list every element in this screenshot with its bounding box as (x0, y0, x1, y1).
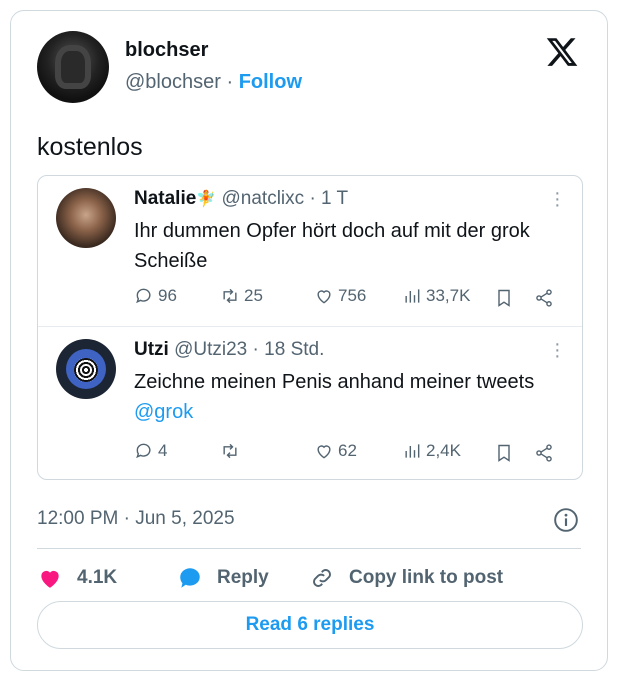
like-count: 62 (338, 441, 357, 460)
quoted-post-time: · 1 T (304, 188, 349, 209)
retweet-action[interactable]: 25 (220, 286, 263, 306)
quoted-post-header: Utzi @Utzi23 · 18 Std. (134, 339, 324, 361)
quoted-post[interactable]: Utzi @Utzi23 · 18 Std. · · · Zeichne meine… (38, 327, 582, 479)
fairy-emoji-icon: 🧚 (196, 191, 217, 208)
quoted-post-time: · 18 Std. (247, 339, 325, 360)
reply-action[interactable]: 96 (134, 286, 177, 306)
views-action[interactable]: 2,4K (402, 441, 461, 461)
heart-filled-icon (41, 570, 59, 588)
reply-action[interactable]: 4 (134, 441, 167, 461)
views-count: 33,7K (426, 286, 471, 305)
author-handle-line: @blochser · Follow (125, 71, 302, 94)
share-icon[interactable] (534, 443, 554, 463)
quoted-post-header: Natalie🧚 @natclixc · 1 T (134, 188, 348, 210)
divider (37, 548, 581, 549)
quoted-post[interactable]: Natalie🧚 @natclixc · 1 T · · · Ihr dummen … (38, 176, 582, 327)
reply-count: 4 (158, 441, 168, 460)
like-count: 756 (338, 286, 367, 305)
avatar[interactable] (56, 188, 116, 248)
link-icon (313, 569, 331, 587)
handle-separator: · (220, 71, 239, 93)
more-icon[interactable]: · · · (554, 183, 561, 215)
follow-button[interactable]: Follow (239, 71, 302, 93)
post-timestamp[interactable]: 12:00 PM · Jun 5, 2025 (37, 508, 235, 530)
like-icon (317, 445, 331, 459)
mention-link[interactable]: @grok (134, 401, 193, 423)
read-replies-button[interactable]: Read 6 replies (37, 601, 583, 649)
share-icon[interactable] (534, 288, 554, 308)
copy-link-label: Copy link to post (349, 567, 504, 588)
bookmark-icon[interactable] (494, 288, 514, 308)
quoted-thread[interactable]: Natalie🧚 @natclixc · 1 T · · · Ihr dummen … (37, 175, 583, 480)
quoted-author-handle[interactable]: @Utzi23 (174, 339, 247, 360)
quoted-post-actions: 4 62 2,4K (134, 441, 564, 467)
retweet-action[interactable] (220, 441, 244, 461)
quoted-post-text-body: Zeichne meinen Penis anhand meiner tweet… (134, 371, 535, 393)
author-avatar[interactable] (37, 31, 109, 103)
copy-link-button[interactable]: Copy link to post (309, 565, 503, 591)
post-action-bar: 4.1K Reply Copy link to post (37, 565, 583, 595)
like-count: 4.1K (77, 567, 118, 588)
info-icon[interactable] (553, 507, 579, 533)
reply-label: Reply (217, 567, 269, 588)
reply-button[interactable]: Reply (177, 565, 269, 591)
reply-icon (136, 443, 151, 459)
speech-bubble-icon (180, 568, 200, 588)
like-action[interactable]: 62 (314, 441, 357, 461)
tweet-text: kostenlos (37, 133, 143, 161)
retweet-count: 25 (244, 286, 263, 305)
like-action[interactable]: 756 (314, 286, 366, 306)
tweet-embed-card: blochser @blochser · Follow kostenlos Na… (10, 10, 608, 671)
author-handle[interactable]: @blochser (125, 71, 221, 93)
quoted-author-handle[interactable]: @natclixc (222, 188, 305, 209)
retweet-icon (223, 443, 237, 459)
like-button[interactable]: 4.1K (37, 565, 117, 591)
views-action[interactable]: 33,7K (402, 286, 470, 306)
bookmark-icon[interactable] (494, 443, 514, 463)
quoted-author-name[interactable]: Natalie (134, 188, 196, 209)
x-logo-icon[interactable] (545, 35, 579, 69)
views-icon (405, 444, 420, 458)
views-icon (405, 289, 420, 303)
quoted-post-actions: 96 25 756 33,7K (134, 286, 564, 312)
more-icon[interactable]: · · · (554, 334, 561, 366)
quoted-author-name[interactable]: Utzi (134, 339, 169, 360)
views-count: 2,4K (426, 441, 461, 460)
retweet-icon (223, 288, 237, 304)
quoted-post-text: Ihr dummen Opfer hört doch auf mit der g… (134, 220, 530, 272)
reply-icon (136, 288, 151, 304)
author-name[interactable]: blochser (125, 39, 208, 62)
avatar[interactable] (56, 339, 116, 399)
quoted-post-text: Zeichne meinen Penis anhand meiner tweet… (134, 367, 564, 427)
like-icon (317, 290, 331, 304)
reply-count: 96 (158, 286, 177, 305)
